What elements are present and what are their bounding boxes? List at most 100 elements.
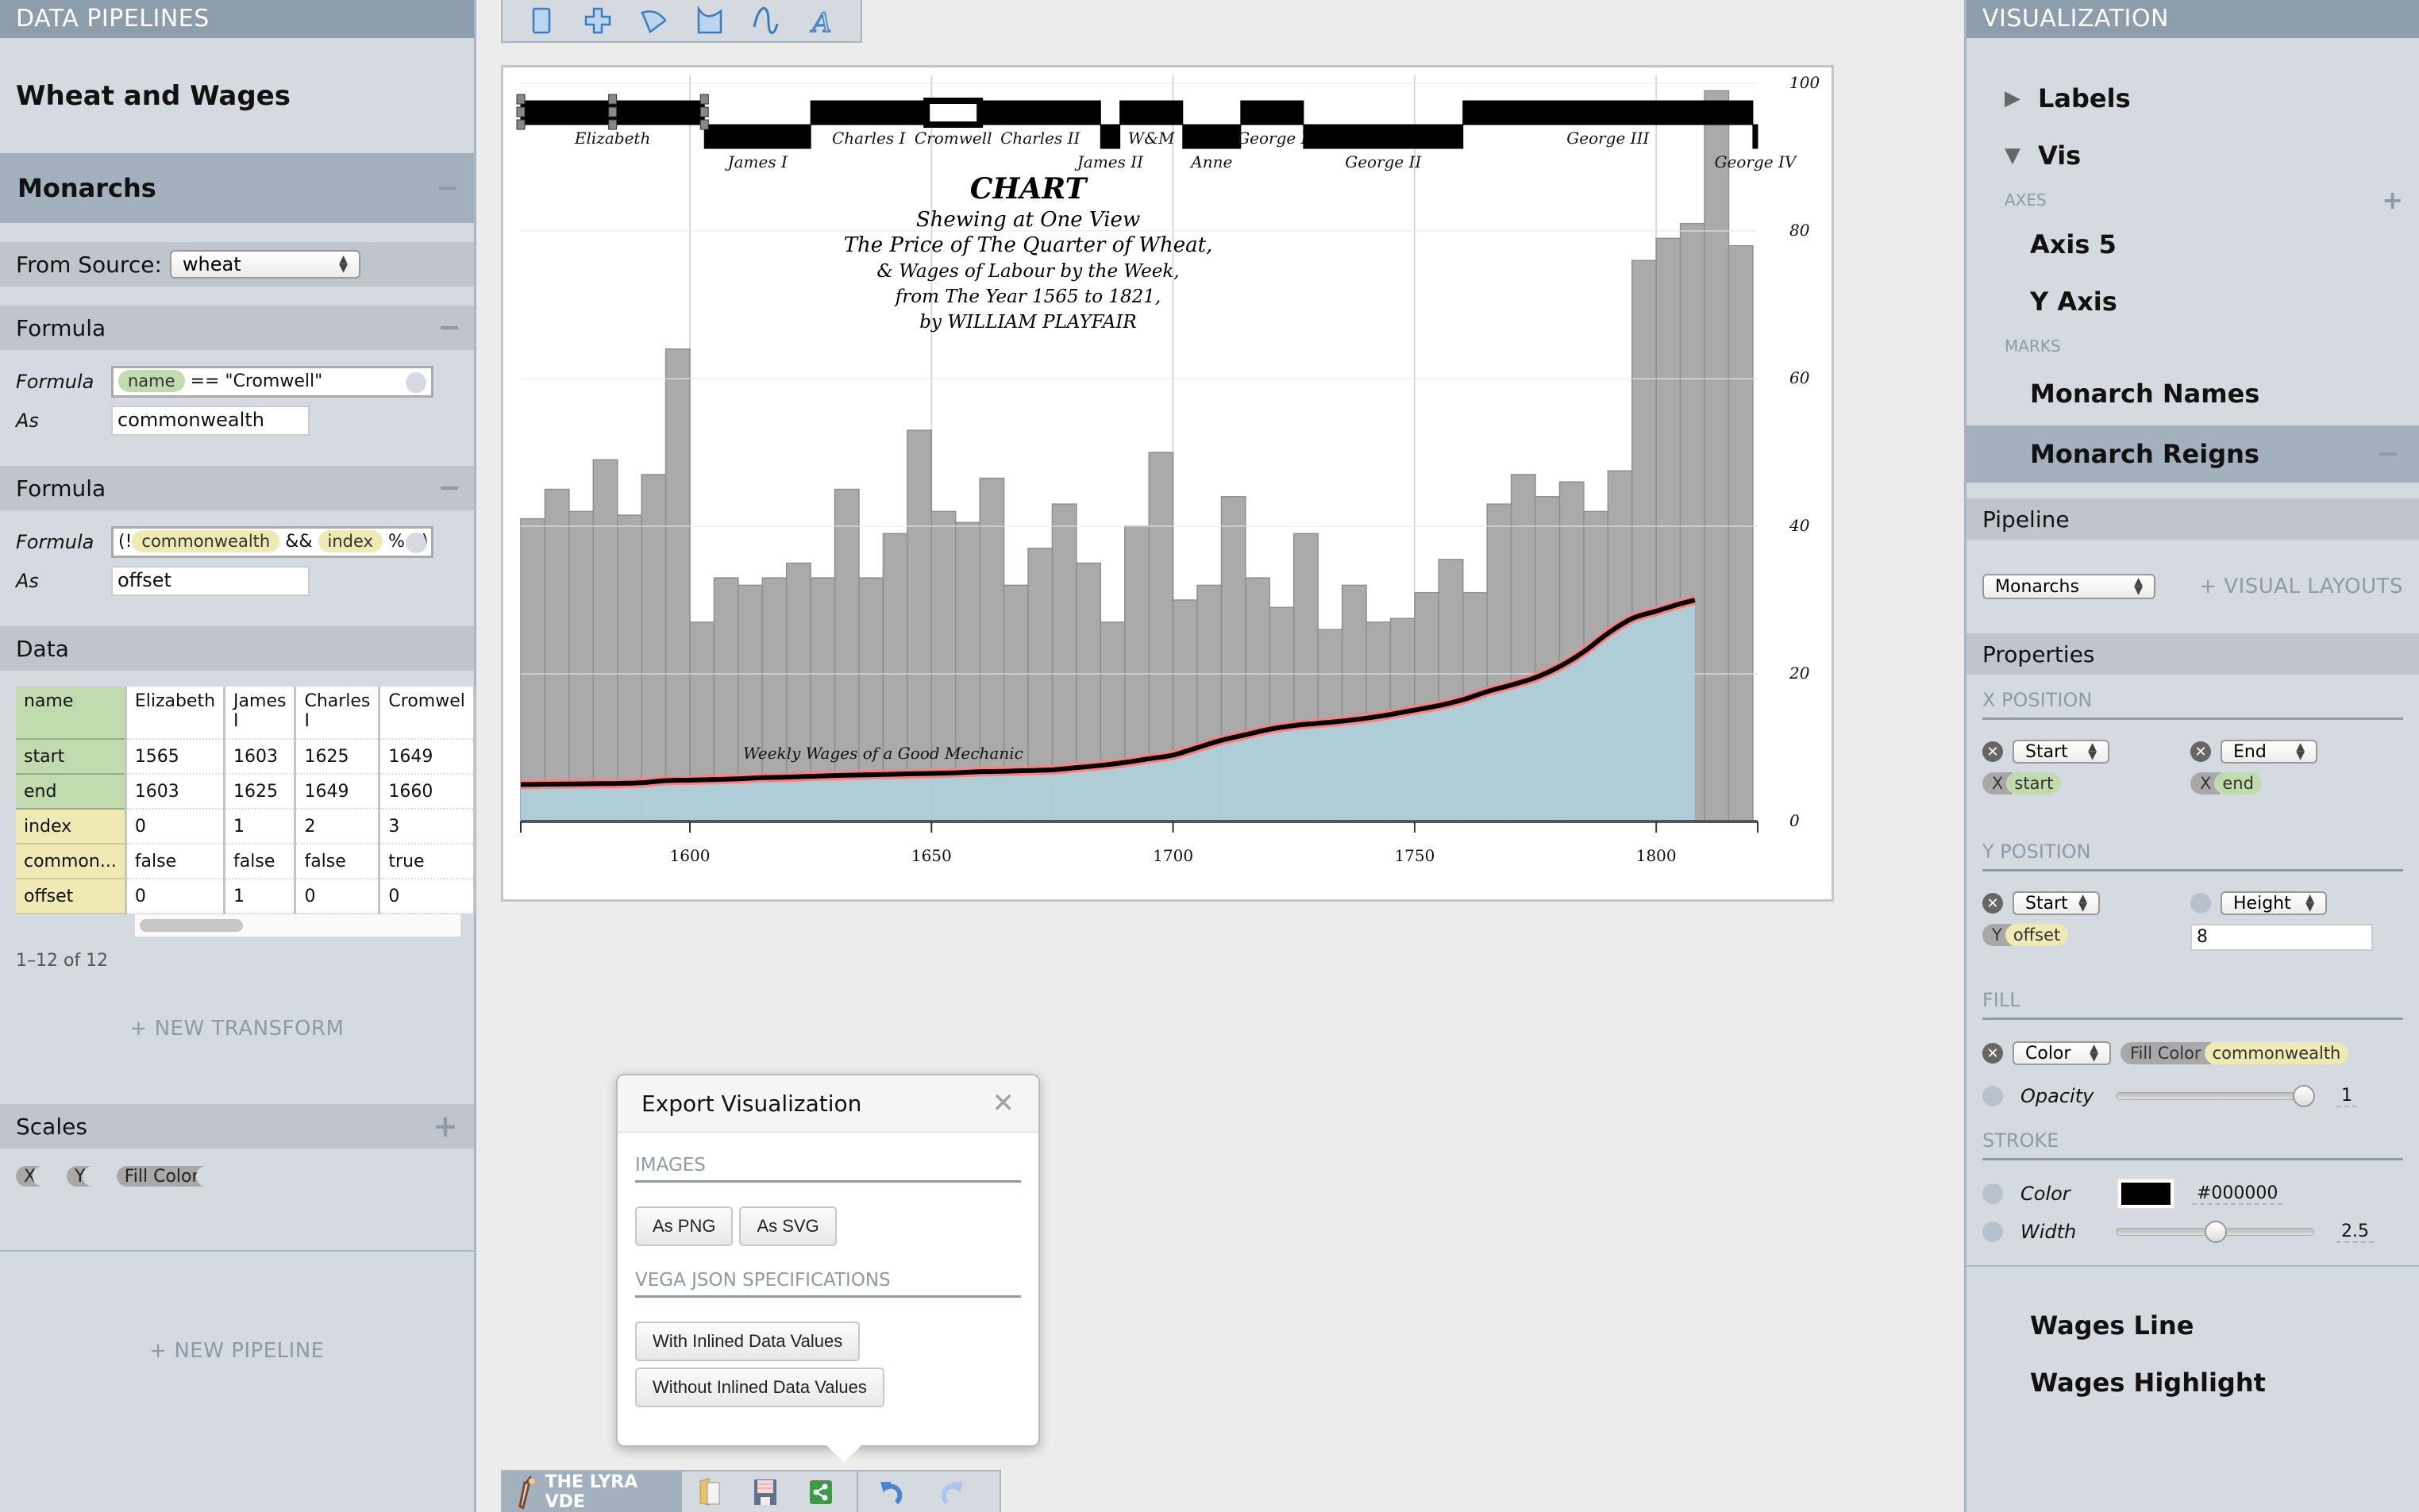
remove-transform-icon[interactable] <box>441 487 458 490</box>
images-heading: IMAGES <box>635 1155 1021 1183</box>
y-height-select[interactable]: Height ▲ ▼ <box>2221 891 2327 915</box>
binding-toggle[interactable] <box>1982 1086 2003 1106</box>
transform-header[interactable]: Formula <box>0 306 474 350</box>
field-name-cell[interactable]: index <box>16 809 127 844</box>
scale-pill[interactable]: Fill Color <box>116 1166 218 1187</box>
stroke-width-value[interactable]: 2.5 <box>2336 1222 2374 1243</box>
tree-item-axis[interactable]: Axis 5 <box>1966 216 2419 273</box>
field-name-cell[interactable]: offset <box>16 879 127 914</box>
new-transform-button[interactable]: + NEW TRANSFORM <box>0 1017 474 1104</box>
as-input[interactable]: commonwealth <box>111 406 310 436</box>
visualization-canvas[interactable]: Weekly Wages of a Good Mechanic 1600 1650… <box>501 65 1834 902</box>
axes-heading: AXES + <box>1966 184 2419 216</box>
redo-icon[interactable] <box>922 1479 977 1506</box>
tree-item-mark-selected[interactable]: Monarch Reigns <box>1966 425 2419 483</box>
expand-icon[interactable]: ▶ <box>2005 87 2038 110</box>
opacity-label: Opacity <box>2020 1085 2094 1107</box>
field-token[interactable]: commonwealth <box>132 530 280 552</box>
binding-toggle[interactable] <box>1982 1222 2003 1242</box>
scale-name: Fill Color <box>2120 1042 2211 1064</box>
x-position-heading: X POSITION <box>1982 675 2403 720</box>
field-name-cell[interactable]: name <box>16 687 127 740</box>
share-icon[interactable] <box>793 1479 849 1505</box>
remove-binding-icon[interactable]: ✕ <box>1982 741 2003 762</box>
formula-drop-icon <box>406 533 426 553</box>
tree-item-label: Monarch Reigns <box>2030 439 2259 469</box>
binding-toggle[interactable] <box>1982 1183 2003 1204</box>
scale-pill[interactable]: X <box>16 1166 56 1187</box>
export-inlined-button[interactable]: With Inlined Data Values <box>635 1322 861 1361</box>
tree-item-mark[interactable]: Wages Line <box>1966 1297 2419 1354</box>
scrollbar-thumb[interactable] <box>140 919 243 932</box>
close-icon[interactable]: ✕ <box>992 1087 1015 1119</box>
collapse-icon[interactable] <box>439 187 456 190</box>
slider-handle[interactable] <box>2293 1085 2315 1107</box>
scale-pill[interactable]: Y <box>67 1166 106 1187</box>
remove-binding-icon[interactable]: ✕ <box>2190 741 2211 762</box>
tree-item-labels[interactable]: ▶ Labels <box>1966 70 2419 127</box>
export-png-button[interactable]: As PNG <box>635 1206 734 1246</box>
tree-item-vis[interactable]: ▼ Vis <box>1966 127 2419 184</box>
field-name-cell[interactable]: start <box>16 739 127 775</box>
fill-binding[interactable]: Fill Color commonwealth <box>2120 1042 2349 1064</box>
wheat-bar <box>1728 244 1754 822</box>
x-position-controls: ✕ Start ▲ ▼ Xstart ✕ End ▲ ▼ Xend <box>1966 720 2419 794</box>
binding-toggle[interactable] <box>2190 893 2211 914</box>
y-start-select[interactable]: Start ▲ ▼ <box>2013 891 2100 915</box>
new-pipeline-button[interactable]: + NEW PIPELINE <box>0 1339 474 1363</box>
x-start-binding[interactable]: Xstart <box>1982 772 2062 794</box>
tree-item-axis[interactable]: Y Axis <box>1966 273 2419 330</box>
stroke-color-value[interactable]: #000000 <box>2192 1183 2283 1205</box>
pipeline-name[interactable]: Wheat and Wages <box>0 38 474 153</box>
add-scale-icon[interactable]: + <box>433 1111 458 1141</box>
collapse-icon[interactable]: ▼ <box>2005 144 2038 167</box>
formula-input[interactable]: (!commonwealth && index % 2) ? 1 <box>111 526 433 558</box>
stroke-width-slider[interactable] <box>2116 1221 2314 1243</box>
undo-icon[interactable] <box>866 1479 922 1506</box>
height-input[interactable]: 8 <box>2190 924 2373 951</box>
area-mark-icon[interactable] <box>694 5 726 37</box>
source-select[interactable]: wheat ▲ ▼ <box>169 250 360 279</box>
popover-arrow <box>826 1445 861 1463</box>
remove-transform-icon[interactable] <box>441 326 458 329</box>
formula-input[interactable]: name == "Cromwell" <box>111 366 433 398</box>
color-swatch[interactable] <box>2116 1177 2176 1210</box>
as-input[interactable]: offset <box>111 566 310 596</box>
tree-item-mark[interactable]: Monarch Names <box>1966 362 2419 425</box>
pipeline-select[interactable]: Monarchs ▲ ▼ <box>1982 574 2155 599</box>
table-scrollbar[interactable] <box>135 914 460 937</box>
wheat-bar <box>664 348 691 822</box>
remove-binding-icon[interactable]: ✕ <box>1982 1043 2003 1064</box>
arc-mark-icon[interactable] <box>637 5 669 37</box>
save-icon[interactable] <box>738 1479 793 1506</box>
export-svg-button[interactable]: As SVG <box>739 1206 837 1246</box>
symbol-mark-icon[interactable] <box>582 5 614 37</box>
rect-mark-icon[interactable] <box>526 5 557 37</box>
open-icon[interactable] <box>682 1477 738 1506</box>
selection-handle <box>608 94 618 105</box>
opacity-slider[interactable] <box>2116 1085 2315 1107</box>
field-name-cell[interactable]: end <box>16 774 127 810</box>
line-mark-icon[interactable] <box>749 5 781 37</box>
field-name-cell[interactable]: common... <box>16 844 127 879</box>
remove-mark-icon[interactable] <box>2379 452 2397 456</box>
source-label: From Source: <box>16 251 162 278</box>
field-token[interactable]: name <box>118 370 185 392</box>
scales-header: Scales + <box>0 1104 474 1148</box>
add-axis-icon[interactable]: + <box>2382 187 2403 213</box>
x-end-binding[interactable]: Xend <box>2190 772 2262 794</box>
text-mark-icon[interactable]: A <box>806 5 838 37</box>
y-start-binding[interactable]: Yoffset <box>1982 924 2069 946</box>
opacity-value[interactable]: 1 <box>2336 1086 2357 1107</box>
fill-select[interactable]: Color ▲ ▼ <box>2013 1041 2111 1065</box>
transform-header[interactable]: Formula <box>0 466 474 510</box>
field-token[interactable]: index <box>318 530 383 552</box>
x-start-select[interactable]: Start ▲ ▼ <box>2013 740 2109 764</box>
slider-handle[interactable] <box>2205 1221 2227 1243</box>
tree-item-mark[interactable]: Wages Highlight <box>1966 1354 2419 1411</box>
remove-binding-icon[interactable]: ✕ <box>1982 893 2003 914</box>
export-not-inlined-button[interactable]: Without Inlined Data Values <box>635 1368 884 1407</box>
x-end-select[interactable]: End ▲ ▼ <box>2221 740 2317 764</box>
visual-layouts-button[interactable]: + VISUAL LAYOUTS <box>2199 575 2403 598</box>
dataset-header[interactable]: Monarchs <box>0 153 474 223</box>
